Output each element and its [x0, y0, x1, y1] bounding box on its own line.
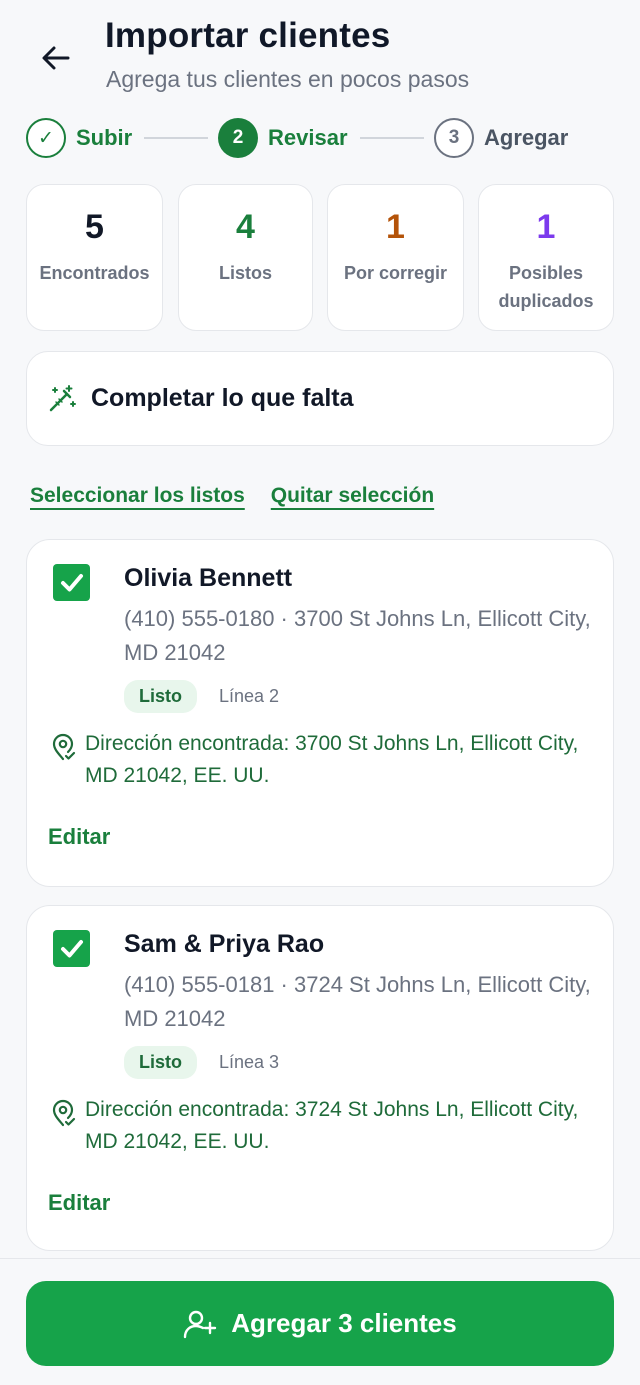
page-subtitle: Agrega tus clientes en pocos pasos — [106, 66, 470, 92]
step-label: Revisar — [268, 125, 348, 150]
checkmark-icon — [60, 573, 83, 591]
step-number: 3 — [434, 118, 474, 158]
client-name: Olivia Bennett — [124, 564, 293, 592]
status-badge: Listo — [124, 680, 197, 713]
client-contact-info: (410) 555-0181 · 3724 St Johns Ln, Ellic… — [124, 972, 591, 1031]
step-label: Subir — [76, 125, 133, 150]
add-clients-label: Agregar 3 clientes — [231, 1308, 457, 1338]
stat-value: 1 — [536, 208, 556, 246]
stat-label: Por corregir — [343, 263, 448, 283]
address-found-text: Dirección encontrada: 3724 St Johns Ln, … — [85, 1098, 579, 1153]
stat-value: 5 — [85, 208, 104, 246]
clear-selection-link[interactable]: Quitar selección — [271, 484, 434, 508]
line-number: Línea 3 — [219, 1052, 280, 1072]
bottom-action-bar: Agregar 3 clientes — [0, 1258, 640, 1385]
edit-button[interactable]: Editar — [48, 824, 110, 850]
stepper: ✓ Subir 2 Revisar 3 Agregar — [26, 118, 616, 158]
address-found: Dirección encontrada: 3700 St Johns Ln, … — [49, 728, 589, 792]
user-plus-icon — [184, 1310, 217, 1338]
add-clients-button[interactable]: Agregar 3 clientes — [26, 1281, 614, 1366]
step-connector — [144, 137, 208, 139]
check-icon: ✓ — [26, 118, 66, 158]
back-button[interactable] — [34, 36, 78, 80]
selection-links: Seleccionar los listos Quitar selección — [30, 484, 434, 508]
stat-value: 4 — [236, 208, 255, 246]
fill-missing-label: Completar lo que falta — [91, 384, 354, 412]
page-title: Importar clientes — [105, 16, 391, 55]
client-meta: Listo Línea 2 — [124, 680, 279, 713]
client-card: Sam & Priya Rao (410) 555-0181 · 3724 St… — [26, 905, 614, 1251]
step-subir[interactable]: ✓ Subir — [26, 118, 132, 158]
magic-wand-icon — [47, 384, 77, 414]
checkmark-icon — [60, 939, 83, 957]
step-number: 2 — [218, 118, 258, 158]
location-pin-icon — [52, 1099, 76, 1127]
fill-missing-button[interactable]: Completar lo que falta — [26, 351, 614, 446]
select-ready-link[interactable]: Seleccionar los listos — [30, 484, 245, 508]
stat-ready[interactable]: 4 Listos — [178, 184, 313, 331]
stat-label: Posibles duplicados — [498, 263, 594, 311]
header: Importar clientes Agrega tus clientes en… — [0, 0, 640, 110]
step-connector — [360, 137, 424, 139]
stat-label: Encontrados — [39, 263, 150, 283]
stat-label: Listos — [218, 263, 272, 283]
stat-value: 1 — [386, 208, 405, 246]
step-revisar[interactable]: 2 Revisar — [218, 118, 348, 158]
edit-button[interactable]: Editar — [48, 1190, 110, 1216]
client-checkbox[interactable] — [53, 930, 90, 967]
stat-to-fix[interactable]: 1 Por corregir — [327, 184, 464, 331]
line-number: Línea 2 — [219, 686, 280, 706]
step-label: Agregar — [484, 125, 569, 150]
step-agregar[interactable]: 3 Agregar — [434, 118, 568, 158]
client-name: Sam & Priya Rao — [124, 930, 325, 958]
stat-found[interactable]: 5 Encontrados — [26, 184, 163, 331]
stat-duplicates[interactable]: 1 Posibles duplicados — [478, 184, 614, 331]
client-contact-info: (410) 555-0180 · 3700 St Johns Ln, Ellic… — [124, 606, 591, 665]
address-found: Dirección encontrada: 3724 St Johns Ln, … — [49, 1094, 589, 1158]
location-pin-icon — [52, 733, 76, 761]
client-checkbox[interactable] — [53, 564, 90, 601]
arrow-left-icon — [42, 46, 70, 70]
address-found-text: Dirección encontrada: 3700 St Johns Ln, … — [85, 732, 579, 787]
client-meta: Listo Línea 3 — [124, 1046, 279, 1079]
client-card: Olivia Bennett (410) 555-0180 · 3700 St … — [26, 539, 614, 887]
stats-row: 5 Encontrados 4 Listos 1 Por corregir 1 … — [0, 184, 640, 332]
status-badge: Listo — [124, 1046, 197, 1079]
